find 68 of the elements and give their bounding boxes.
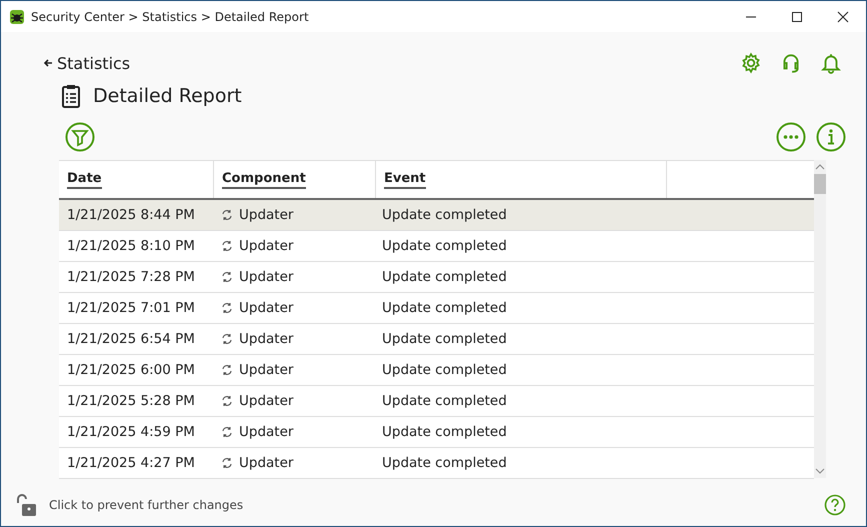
refresh-icon bbox=[221, 457, 233, 469]
component-cell: Updater bbox=[239, 238, 294, 254]
close-icon[interactable] bbox=[837, 10, 849, 22]
refresh-icon bbox=[221, 209, 233, 221]
clipboard-icon bbox=[61, 84, 81, 108]
table-row[interactable]: 1/21/2025 4:59 PM Updater Update completed bbox=[59, 417, 814, 448]
date-cell: 1/21/2025 4:27 PM bbox=[67, 455, 195, 471]
spider-logo-icon bbox=[9, 8, 25, 24]
maximize-icon[interactable] bbox=[791, 10, 803, 22]
component-cell: Updater bbox=[239, 331, 294, 347]
date-cell: 1/21/2025 6:54 PM bbox=[67, 331, 195, 347]
table-row[interactable]: 1/21/2025 8:10 PM Updater Update completed bbox=[59, 231, 814, 262]
date-cell: 1/21/2025 7:01 PM bbox=[67, 300, 195, 316]
component-cell: Updater bbox=[239, 362, 294, 378]
column-header[interactable]: Date bbox=[67, 170, 102, 188]
table-row[interactable]: 1/21/2025 6:00 PM Updater Update completed bbox=[59, 355, 814, 386]
refresh-icon bbox=[221, 364, 233, 376]
event-cell: Update completed bbox=[382, 362, 507, 378]
scroll-up-icon[interactable] bbox=[815, 164, 825, 170]
table-row[interactable]: 1/21/2025 4:27 PM Updater Update completed bbox=[59, 448, 814, 479]
event-cell: Update completed bbox=[382, 455, 507, 471]
date-cell: 1/21/2025 8:44 PM bbox=[67, 207, 195, 223]
refresh-icon bbox=[221, 240, 233, 252]
refresh-icon bbox=[221, 302, 233, 314]
event-cell: Update completed bbox=[382, 238, 507, 254]
table-row[interactable]: 1/21/2025 6:54 PM Updater Update completed bbox=[59, 324, 814, 355]
unlocked-padlock-icon[interactable] bbox=[15, 493, 39, 517]
back-link[interactable]: Statistics bbox=[43, 54, 130, 72]
back-arrow-icon bbox=[43, 58, 53, 68]
event-cell: Update completed bbox=[382, 300, 507, 316]
help-icon[interactable] bbox=[824, 494, 846, 516]
refresh-icon bbox=[221, 395, 233, 407]
window-title: Security Center > Statistics > Detailed Report bbox=[31, 10, 309, 24]
component-cell: Updater bbox=[239, 455, 294, 471]
lock-status-text[interactable]: Click to prevent further changes bbox=[49, 498, 244, 512]
column-header[interactable]: Component bbox=[222, 170, 306, 188]
date-cell: 1/21/2025 5:28 PM bbox=[67, 393, 195, 409]
table-row[interactable]: 1/21/2025 7:28 PM Updater Update completed bbox=[59, 262, 814, 293]
settings-icon[interactable] bbox=[740, 52, 762, 74]
scroll-down-icon[interactable] bbox=[815, 468, 825, 474]
date-cell: 1/21/2025 4:59 PM bbox=[67, 424, 195, 440]
component-cell: Updater bbox=[239, 300, 294, 316]
refresh-icon bbox=[221, 333, 233, 345]
component-cell: Updater bbox=[239, 207, 294, 223]
event-cell: Update completed bbox=[382, 393, 507, 409]
component-cell: Updater bbox=[239, 424, 294, 440]
bell-icon[interactable] bbox=[820, 52, 842, 74]
component-cell: Updater bbox=[239, 269, 294, 285]
event-cell: Update completed bbox=[382, 207, 507, 223]
filter-button[interactable] bbox=[65, 122, 95, 152]
component-cell: Updater bbox=[239, 393, 294, 409]
event-cell: Update completed bbox=[382, 424, 507, 440]
date-cell: 1/21/2025 8:10 PM bbox=[67, 238, 195, 254]
more-button[interactable] bbox=[776, 122, 806, 152]
event-cell: Update completed bbox=[382, 269, 507, 285]
table-row[interactable]: 1/21/2025 8:44 PM Updater Update completed bbox=[59, 200, 814, 231]
date-cell: 1/21/2025 7:28 PM bbox=[67, 269, 195, 285]
info-button[interactable] bbox=[816, 122, 846, 152]
scroll-thumb[interactable] bbox=[814, 174, 826, 194]
table-row[interactable]: 1/21/2025 5:28 PM Updater Update completed bbox=[59, 386, 814, 417]
table-row[interactable]: 1/21/2025 7:01 PM Updater Update completed bbox=[59, 293, 814, 324]
event-cell: Update completed bbox=[382, 331, 507, 347]
date-cell: 1/21/2025 6:00 PM bbox=[67, 362, 195, 378]
page-title: Detailed Report bbox=[93, 85, 242, 107]
scrollbar[interactable] bbox=[814, 160, 826, 478]
refresh-icon bbox=[221, 426, 233, 438]
column-header[interactable]: Event bbox=[384, 170, 426, 188]
refresh-icon bbox=[221, 271, 233, 283]
